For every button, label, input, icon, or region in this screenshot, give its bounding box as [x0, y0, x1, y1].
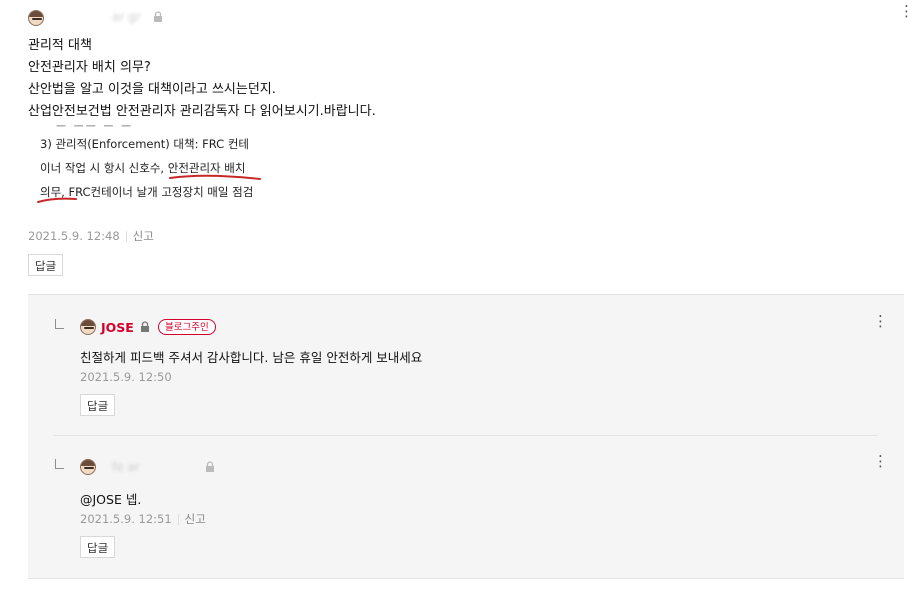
reply-divider — [53, 435, 878, 436]
reply-indent-icon — [55, 319, 64, 329]
comment-line: 관리적 대책 — [28, 38, 92, 53]
reply-button[interactable]: 답글 — [80, 394, 116, 416]
underline-marks — [37, 174, 261, 203]
reply-text: 친절하게 피드백 주셔서 감사합니다. 남은 휴일 안전하게 보내세요 — [80, 350, 423, 365]
reply-date: 2021.5.9. 12:51 — [80, 512, 172, 526]
report-link[interactable]: 신고 — [185, 512, 206, 526]
comment-line: 산안법을 알고 이것을 대책이라고 쓰시는던지. — [28, 82, 276, 97]
more-options-icon[interactable]: ⋮ — [873, 454, 888, 469]
avatar-icon[interactable] — [28, 10, 44, 26]
lock-icon — [206, 461, 214, 472]
attached-image[interactable]: ㅡ ㅡㅡ ㅡ ㅡ 3) 관리적(Enforcement) 대책: FRC 컨테 … — [28, 124, 288, 210]
reply-meta: 2021.5.9. 12:51 신고 — [80, 511, 206, 527]
more-options-icon[interactable]: ⋮ — [873, 314, 888, 329]
reply-indent-icon — [55, 459, 64, 469]
divider — [177, 514, 179, 525]
report-link[interactable]: 신고 — [133, 229, 154, 243]
blog-owner-badge: 블로그주인 — [158, 319, 216, 335]
comment-date: 2021.5.9. 12:48 — [28, 229, 120, 243]
reply-button[interactable]: 답글 — [28, 254, 64, 276]
avatar-icon[interactable] — [80, 319, 96, 335]
comment-author-name[interactable]: ar gr — [112, 10, 141, 24]
reply-date: 2021.5.9. 12:50 — [80, 370, 172, 384]
reply-author-name[interactable]: fe ar — [112, 460, 140, 474]
divider — [125, 231, 127, 242]
reply-text: @JOSE 넵. — [80, 492, 142, 507]
lock-icon — [141, 321, 149, 332]
comment-body: 관리적 대책 안전관리자 배치 의무? 산안법을 알고 이것을 대책이라고 쓰시… — [28, 35, 376, 123]
comment-line: 산업안전보건법 안전관리자 관리감독자 다 읽어보시기.바랍니다. — [28, 104, 376, 119]
comment-meta: 2021.5.9. 12:48 신고 — [28, 228, 154, 244]
reply-button[interactable]: 답글 — [80, 536, 116, 558]
avatar-icon[interactable] — [80, 459, 96, 475]
reply-thread — [28, 294, 904, 579]
lock-icon — [154, 11, 162, 22]
reply-author-name[interactable]: JOSE — [101, 320, 134, 335]
comment-line: 안전관리자 배치 의무? — [28, 60, 151, 75]
more-options-icon[interactable]: ⋮ — [899, 4, 913, 19]
